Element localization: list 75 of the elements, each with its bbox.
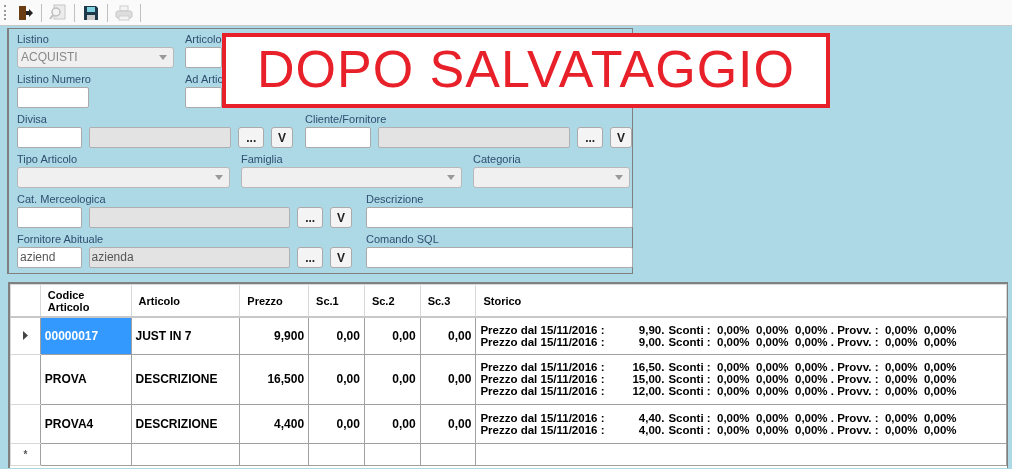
browse-button[interactable]: ... xyxy=(297,247,324,268)
door-icon xyxy=(17,4,33,21)
field-label: Categoria xyxy=(473,152,522,167)
dropdown-arrow-icon xyxy=(447,175,455,180)
text-field[interactable] xyxy=(17,87,89,108)
column-header[interactable]: Sc.2 xyxy=(364,284,421,317)
field-label: Cliente/Fornitore xyxy=(305,112,388,127)
price-history-line: Prezzo dal 15/11/2016 : 4,40. Sconti : 0,00% 0,00% 0,00% . Provv. : 0,00% 0,00% xyxy=(480,411,958,424)
new-row-marker: * xyxy=(23,449,28,460)
column-header[interactable]: Articolo xyxy=(131,284,240,317)
table-cell: 00000017 xyxy=(40,317,131,354)
table-cell: 0,00 xyxy=(308,354,365,404)
column-header[interactable]: Codice Articolo xyxy=(40,284,131,317)
dropdown-arrow-icon xyxy=(215,175,223,180)
table-cell: 0,00 xyxy=(364,317,421,354)
table-cell: JUST IN 7 xyxy=(131,317,240,354)
field-label: Cat. Merceologica xyxy=(17,192,107,207)
validate-button[interactable]: V xyxy=(330,247,352,268)
description-field: azienda xyxy=(88,247,291,268)
table-cell: DESCRIZIONE xyxy=(131,404,240,443)
dropdown[interactable] xyxy=(241,167,462,188)
field-label: Famiglia xyxy=(241,152,284,167)
text-field[interactable] xyxy=(185,47,222,68)
field-label: Ad Artic xyxy=(185,72,222,87)
field-label: Tipo Articolo xyxy=(17,152,79,167)
code-field[interactable] xyxy=(17,127,82,148)
magnifier-icon xyxy=(49,3,67,22)
column-header[interactable]: Sc.1 xyxy=(308,284,365,317)
validate-button[interactable]: V xyxy=(610,127,632,148)
field-label: Comando SQL xyxy=(366,232,440,247)
table-cell: 0,00 xyxy=(308,317,365,354)
printer-icon xyxy=(115,4,133,21)
table-cell: PROVA xyxy=(40,354,131,404)
table-cell: PROVA4 xyxy=(40,404,131,443)
table-cell: 0,00 xyxy=(308,404,365,443)
price-history-line: Prezzo dal 15/11/2016 : 9,00. Sconti : 0,00% 0,00% 0,00% . Provv. : 0,00% 0,00% xyxy=(480,335,958,348)
annotation-label: DOPO SALVATAGGIO xyxy=(222,33,830,108)
text-field[interactable] xyxy=(185,87,222,108)
text-field[interactable] xyxy=(366,247,633,268)
price-history-line: Prezzo dal 15/11/2016 : 15,00. Sconti : 0,00% 0,00% 0,00% . Provv. : 0,00% 0,00% xyxy=(480,373,958,385)
column-header[interactable]: Prezzo xyxy=(239,284,309,317)
price-history-line: Prezzo dal 15/11/2016 : 4,00. Sconti : 0,00% 0,00% 0,00% . Provv. : 0,00% 0,00% xyxy=(480,423,958,436)
text-field[interactable] xyxy=(366,207,633,228)
price-history-line: Prezzo dal 15/11/2016 : 12,00. Sconti : 0,00% 0,00% 0,00% . Provv. : 0,00% 0,00% xyxy=(480,385,958,397)
field-label: Fornitore Abituale xyxy=(17,232,105,247)
validate-button[interactable]: V xyxy=(330,207,352,228)
price-history-line: Prezzo dal 15/11/2016 : 16,50. Sconti : 0,00% 0,00% 0,00% . Provv. : 0,00% 0,00% xyxy=(480,361,958,373)
dropdown[interactable] xyxy=(473,167,630,188)
column-header[interactable]: Sc.3 xyxy=(420,284,476,317)
browse-button[interactable]: ... xyxy=(577,127,604,148)
dropdown[interactable] xyxy=(17,167,230,188)
field-label: Descrizione xyxy=(366,192,425,207)
code-field[interactable] xyxy=(305,127,371,148)
table-cell: 0,00 xyxy=(364,404,421,443)
table-cell: 9,900 xyxy=(239,317,309,354)
table-cell: DESCRIZIONE xyxy=(131,354,240,404)
field-label: Listino xyxy=(17,32,50,47)
column-header[interactable]: Storico xyxy=(475,284,1007,317)
table-cell: 4,400 xyxy=(239,404,309,443)
table-cell: 0,00 xyxy=(420,317,476,354)
price-history-line: Prezzo dal 15/11/2016 : 9,90. Sconti : 0,00% 0,00% 0,00% . Provv. : 0,00% 0,00% xyxy=(480,323,958,336)
table-cell: 0,00 xyxy=(364,354,421,404)
browse-button[interactable]: ... xyxy=(238,127,265,148)
table-cell: 0,00 xyxy=(420,354,476,404)
field-label: Listino Numero xyxy=(17,72,89,87)
browse-button[interactable]: ... xyxy=(297,207,324,228)
code-field[interactable] xyxy=(17,207,82,228)
field-label: Articolo xyxy=(185,32,222,47)
field-label: Divisa xyxy=(17,112,48,127)
table-cell: 0,00 xyxy=(420,404,476,443)
dropdown-arrow-icon xyxy=(615,175,623,180)
dropdown-arrow-icon xyxy=(159,55,167,60)
code-field[interactable]: aziend xyxy=(17,247,82,268)
table-cell: 16,500 xyxy=(239,354,309,404)
validate-button[interactable]: V xyxy=(271,127,293,148)
